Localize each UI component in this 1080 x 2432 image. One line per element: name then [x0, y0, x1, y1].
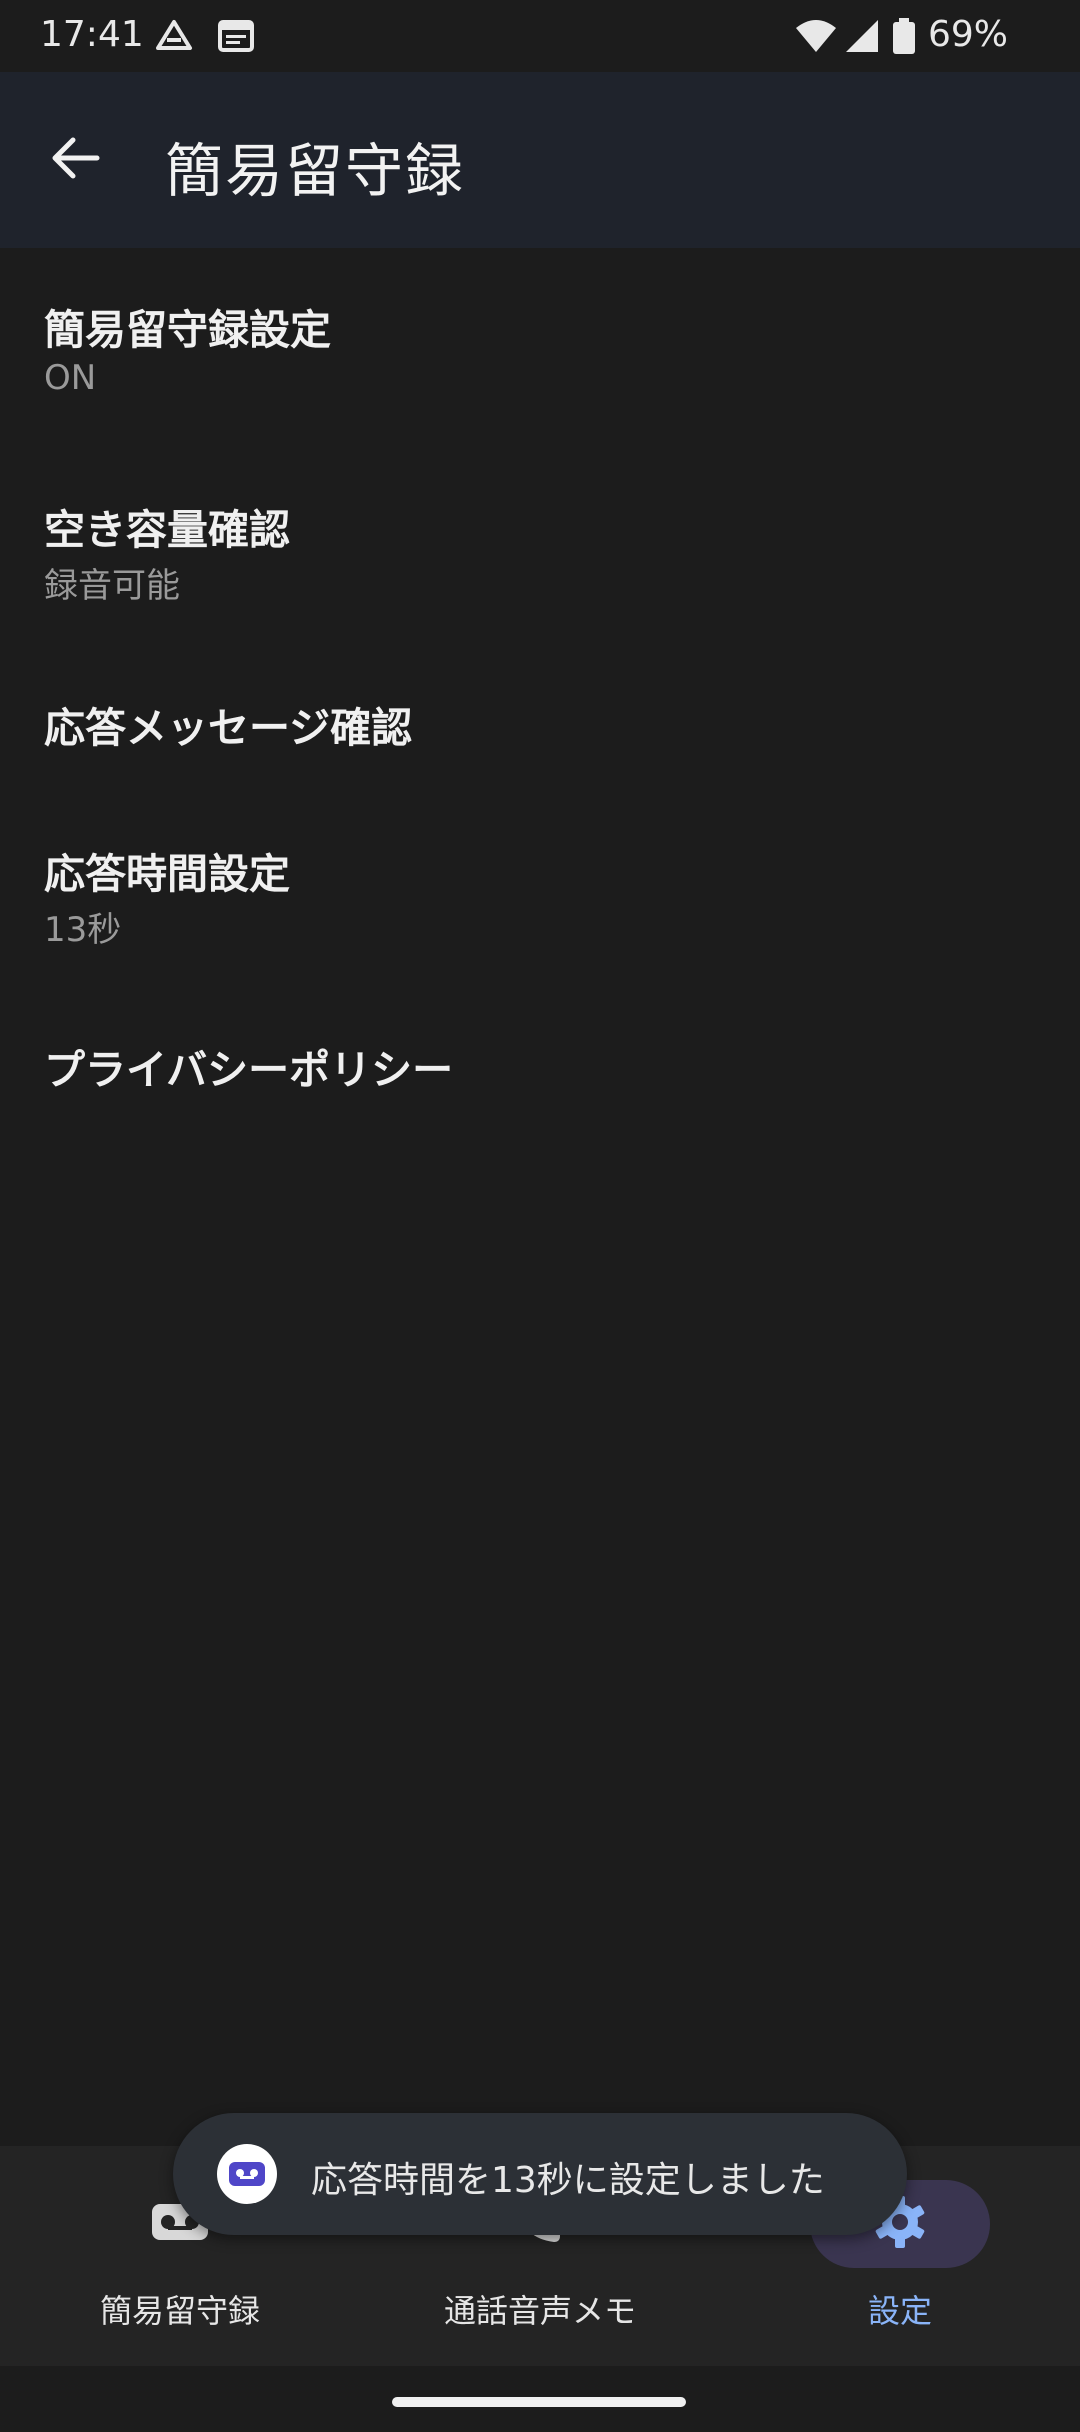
app-bar: 簡易留守録 [0, 72, 1080, 248]
setting-subtitle: ON [44, 358, 97, 398]
back-button[interactable] [36, 120, 116, 200]
signal-icon [842, 18, 882, 54]
drive-icon [154, 18, 194, 54]
setting-item-response-time[interactable]: 応答時間設定 13秒 [0, 798, 1080, 998]
setting-item-storage[interactable]: 空き容量確認 録音可能 [0, 448, 1080, 648]
setting-title: 簡易留守録設定 [44, 306, 331, 354]
setting-subtitle: 録音可能 [44, 566, 180, 606]
toast-message: 応答時間を13秒に設定しました [173, 2113, 907, 2235]
calendar-icon [216, 18, 256, 54]
status-time: 17:41 [40, 14, 144, 55]
setting-title: 応答メッセージ確認 [44, 704, 413, 752]
setting-item-response-message[interactable]: 応答メッセージ確認 [0, 648, 1080, 798]
setting-item-privacy-policy[interactable]: プライバシーポリシー [0, 998, 1080, 1148]
setting-title: 空き容量確認 [44, 506, 290, 554]
gesture-handle[interactable] [392, 2397, 686, 2407]
status-bar: 17:41 69% [0, 0, 1080, 72]
nav-label: 簡易留守録 [99, 2292, 260, 2330]
nav-label: 通話音声メモ [443, 2292, 636, 2330]
voicemail-icon [217, 2144, 277, 2204]
battery-icon [890, 18, 918, 54]
setting-subtitle: 13秒 [44, 910, 122, 950]
toast-text: 応答時間を13秒に設定しました [311, 2160, 825, 2201]
setting-title: 応答時間設定 [44, 850, 290, 898]
page-title: 簡易留守録 [165, 137, 466, 205]
setting-item-voicemail[interactable]: 簡易留守録設定 ON [0, 248, 1080, 448]
setting-title: プライバシーポリシー [44, 1046, 454, 1094]
wifi-icon [794, 18, 838, 54]
arrow-back-icon [51, 136, 101, 184]
nav-label: 設定 [867, 2292, 932, 2330]
battery-percentage: 69% [928, 14, 1009, 55]
